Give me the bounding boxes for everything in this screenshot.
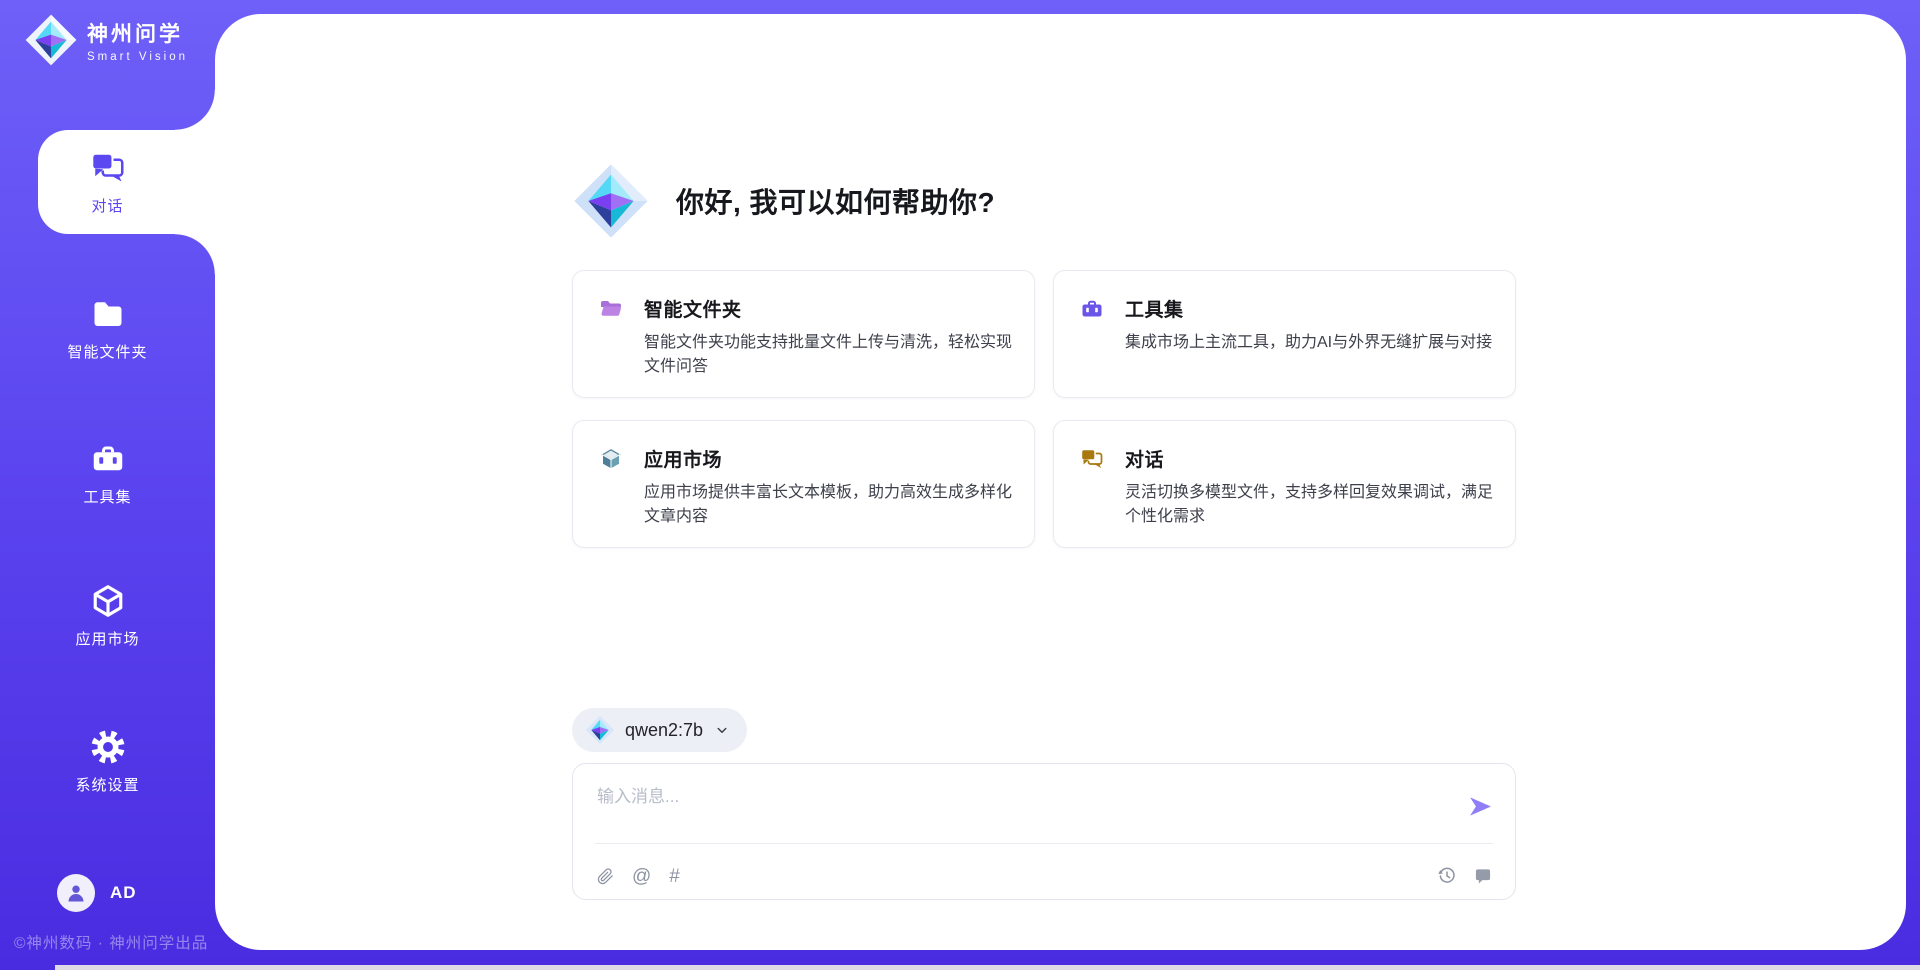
mention-button[interactable]: @ [632,867,651,886]
chat-mode-button[interactable] [1473,866,1493,886]
diamond-logo-icon [585,715,615,745]
toolbox-icon [1080,297,1104,321]
paperclip-icon [597,868,614,885]
card-description: 集成市场上主流工具，助力AI与外界无缝扩展与对接 [1125,331,1493,355]
sidebar-item-toolset[interactable]: 工具集 [0,441,215,507]
card-description: 智能文件夹功能支持批量文件上传与清洗，轻松实现文件问答 [644,331,1012,379]
at-icon: @ [632,867,651,886]
card-title: 智能文件夹 [644,295,742,322]
chat-icon [90,150,126,186]
folder-icon [90,296,126,332]
copyright-text: ©神州数码 · 神州问学出品 [14,931,208,953]
gear-icon [90,729,126,765]
person-icon [64,881,88,905]
sidebar-item-app-market[interactable]: 应用市场 [0,583,215,649]
tab-flare-bottom [175,234,215,274]
card-app-market[interactable]: 应用市场 应用市场提供丰富长文本模板，助力高效生成多样化文章内容 [572,420,1035,548]
greeting-title: 你好, 我可以如何帮助你? [676,181,995,221]
sidebar-item-label: 智能文件夹 [0,341,215,362]
message-input[interactable] [573,764,1515,836]
brand-name: 神州问学 [87,18,188,48]
model-name: qwen2:7b [625,720,703,741]
attach-file-button[interactable] [597,868,614,885]
cube-icon [599,447,623,471]
chevron-down-icon [713,721,731,739]
brand-diamond-icon [24,13,78,67]
main-content-panel: 你好, 我可以如何帮助你? 智能文件夹 智能文件夹功能支持批量文件上传与清洗，轻… [215,14,1906,950]
folder-icon [599,297,623,321]
briefcase-icon [90,441,126,477]
history-button[interactable] [1437,866,1457,886]
sidebar-item-label: 对话 [0,195,215,216]
sidebar-item-smart-folder[interactable]: 智能文件夹 [0,296,215,362]
send-button[interactable] [1468,794,1493,819]
chat-icon [1080,447,1104,471]
message-composer: @ # [572,763,1516,900]
card-title: 工具集 [1125,295,1184,322]
card-description: 应用市场提供丰富长文本模板，助力高效生成多样化文章内容 [644,481,1012,529]
card-smart-folder[interactable]: 智能文件夹 智能文件夹功能支持批量文件上传与清洗，轻松实现文件问答 [572,270,1035,398]
hash-icon: # [669,867,680,886]
sidebar-item-label: 系统设置 [0,774,215,795]
sidebar-item-settings[interactable]: 系统设置 [0,729,215,795]
card-description: 灵活切换多模型文件，支持多样回复效果调试，满足个性化需求 [1125,481,1493,529]
sidebar-item-label: 工具集 [0,486,215,507]
user-name: AD [110,883,137,903]
history-icon [1437,866,1457,886]
diamond-logo-icon [572,162,650,240]
sidebar-item-chat[interactable]: 对话 [0,150,215,216]
tab-flare-top [175,90,215,130]
card-toolset[interactable]: 工具集 集成市场上主流工具，助力AI与外界无缝扩展与对接 [1053,270,1516,398]
brand-subtitle: Smart Vision [87,51,188,63]
card-title: 对话 [1125,445,1164,472]
hashtag-button[interactable]: # [669,867,680,886]
chat-bubble-icon [1473,866,1493,886]
greeting-row: 你好, 我可以如何帮助你? [572,162,1516,240]
cube-icon [90,583,126,619]
model-selector[interactable]: qwen2:7b [572,708,747,752]
app-logo: 神州问学 Smart Vision [24,13,188,67]
send-icon [1468,794,1493,819]
sidebar-item-label: 应用市场 [0,628,215,649]
card-chat[interactable]: 对话 灵活切换多模型文件，支持多样回复效果调试，满足个性化需求 [1053,420,1516,548]
card-title: 应用市场 [644,445,722,472]
feature-cards: 智能文件夹 智能文件夹功能支持批量文件上传与清洗，轻松实现文件问答 工具集 集成… [572,270,1516,548]
bottom-edge-strip [55,965,1920,970]
user-profile[interactable]: AD [57,874,137,912]
avatar [57,874,95,912]
composer-divider [595,843,1493,844]
